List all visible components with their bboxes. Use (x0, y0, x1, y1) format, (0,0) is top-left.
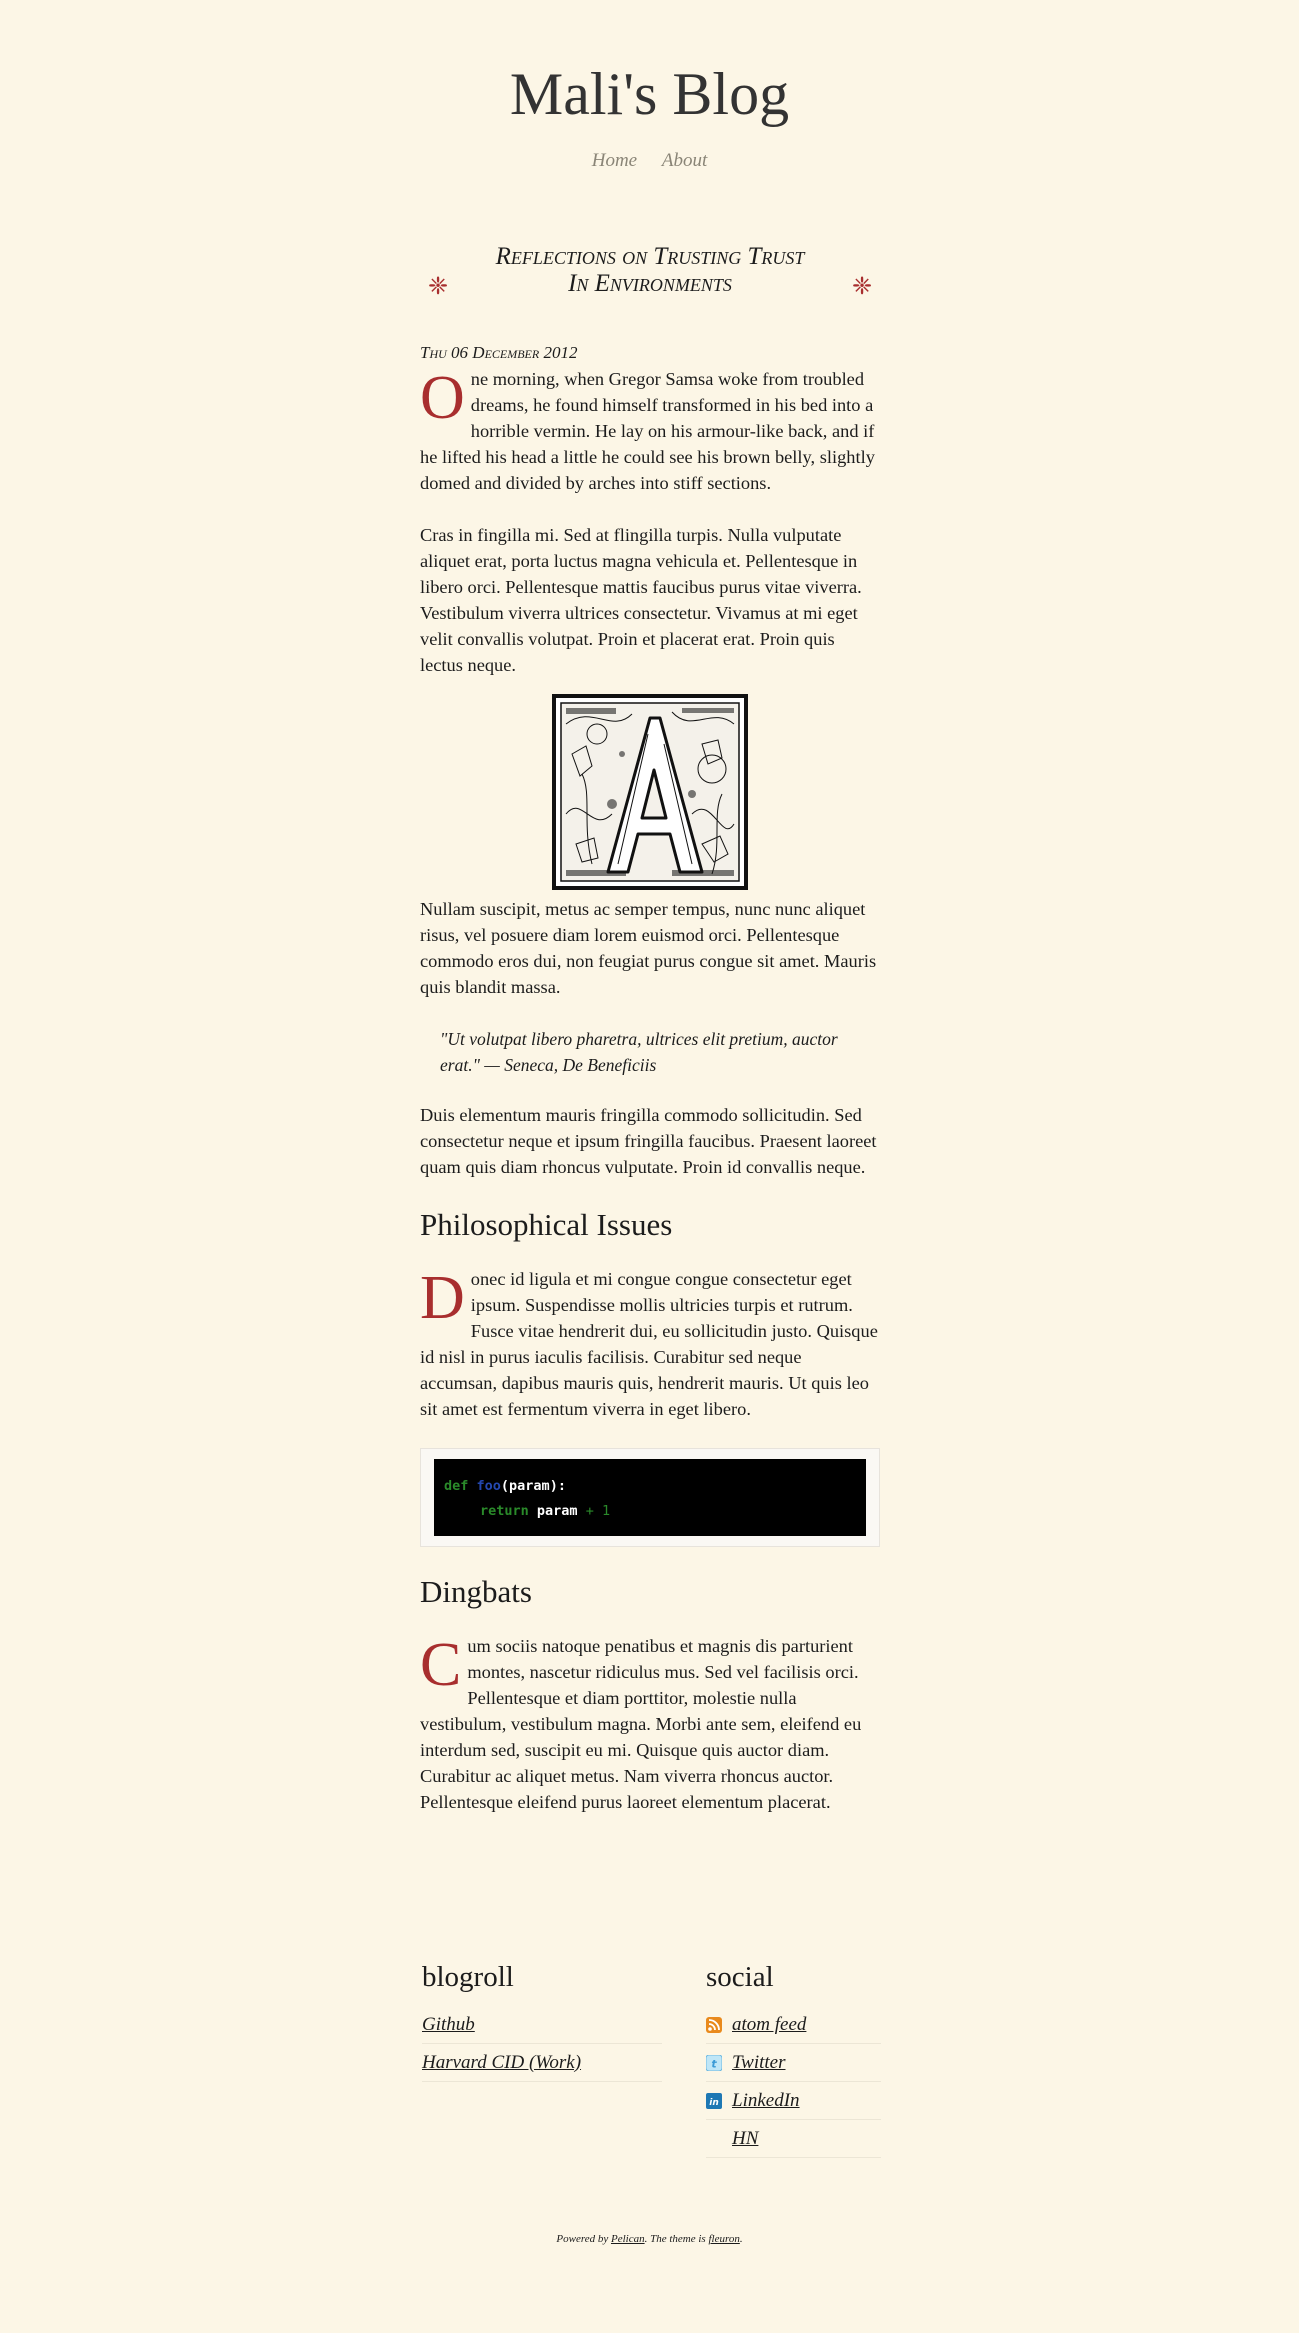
social-item: HN (706, 2120, 881, 2158)
blogroll-widget: blogroll Github Harvard CID (Work) (422, 1958, 662, 2082)
fleuron-right-icon: ❈ (852, 274, 873, 300)
article-title[interactable]: Reflections on Trusting Trust In Environ… (420, 243, 880, 297)
code-line-1: def foo(param): (444, 1478, 566, 1494)
footer: Powered by Pelican. The theme is fleuron… (556, 2233, 743, 2245)
article-title-line2: In Environments (568, 270, 732, 297)
post-date: Thu 06 December 2012 (420, 343, 578, 362)
svg-text:t: t (711, 2057, 717, 2070)
paragraph-5: Donec id ligula et mi congue congue cons… (420, 1266, 880, 1422)
nav-about-link[interactable]: About (662, 150, 707, 171)
social-item: atom feed (706, 2006, 881, 2044)
blogroll-link-harvard[interactable]: Harvard CID (Work) (422, 2052, 581, 2074)
paragraph-4: Duis elementum mauris fringilla commodo … (420, 1105, 877, 1177)
drop-cap: O (420, 364, 465, 432)
code-content[interactable]: def foo(param): return param + 1 (434, 1459, 866, 1536)
footer-pelican-link[interactable]: Pelican (611, 2233, 645, 2245)
blogroll-title: blogroll (422, 1961, 514, 1993)
social-item: t Twitter (706, 2044, 881, 2082)
social-link-hn[interactable]: HN (732, 2128, 758, 2150)
social-widget: social atom feed t Twitter in LinkedIn H… (706, 1958, 881, 2158)
section-heading-dingbats: Dingbats (420, 1574, 532, 1609)
site-title[interactable]: Mali's Blog (0, 60, 1299, 129)
code-block: def foo(param): return param + 1 (420, 1448, 880, 1547)
linkedin-icon: in (706, 2092, 722, 2109)
blogroll-item: Harvard CID (Work) (422, 2044, 662, 2082)
blogroll-link-github[interactable]: Github (422, 2014, 475, 2036)
article-title-line1: Reflections on Trusting Trust (495, 243, 805, 270)
social-link-atom-feed[interactable]: atom feed (732, 2014, 806, 2036)
blogroll-item: Github (422, 2006, 662, 2044)
social-link-twitter[interactable]: Twitter (732, 2052, 786, 2074)
paragraph-text: ne morning, when Gregor Samsa woke from … (420, 369, 875, 493)
rss-feed-icon (706, 2016, 722, 2033)
twitter-icon: t (706, 2054, 722, 2071)
hn-icon (706, 2131, 722, 2147)
paragraph-3: Nullam suscipit, metus ac semper tempus,… (420, 899, 877, 997)
drop-cap: C (420, 1631, 462, 1699)
paragraph-text: onec id ligula et mi congue congue conse… (420, 1269, 878, 1419)
paragraph-2: Cras in fingilla mi. Sed at flingilla tu… (420, 525, 862, 675)
illuminated-letter-a-image (552, 694, 748, 890)
code-line-2: return param + 1 (480, 1503, 611, 1519)
social-item: in LinkedIn (706, 2082, 881, 2120)
paragraph-text: um sociis natoque penatibus et magnis di… (420, 1636, 862, 1812)
footer-theme-link[interactable]: fleuron (708, 2233, 739, 2245)
nav-home-link[interactable]: Home (592, 150, 637, 171)
pull-quote: "Ut volutpat libero pharetra, ultrices e… (440, 1029, 838, 1075)
social-title: social (706, 1961, 774, 1993)
section-heading-philosophical: Philosophical Issues (420, 1207, 673, 1242)
drop-cap: D (420, 1264, 465, 1332)
article-content: Thu 06 December 2012 One morning, when G… (420, 340, 880, 1841)
paragraph-1: One morning, when Gregor Samsa woke from… (420, 366, 880, 496)
social-link-linkedin[interactable]: LinkedIn (732, 2090, 800, 2112)
main-nav: Home About (0, 150, 1299, 172)
svg-text:in: in (709, 2098, 719, 2108)
paragraph-6: Cum sociis natoque penatibus et magnis d… (420, 1633, 880, 1815)
